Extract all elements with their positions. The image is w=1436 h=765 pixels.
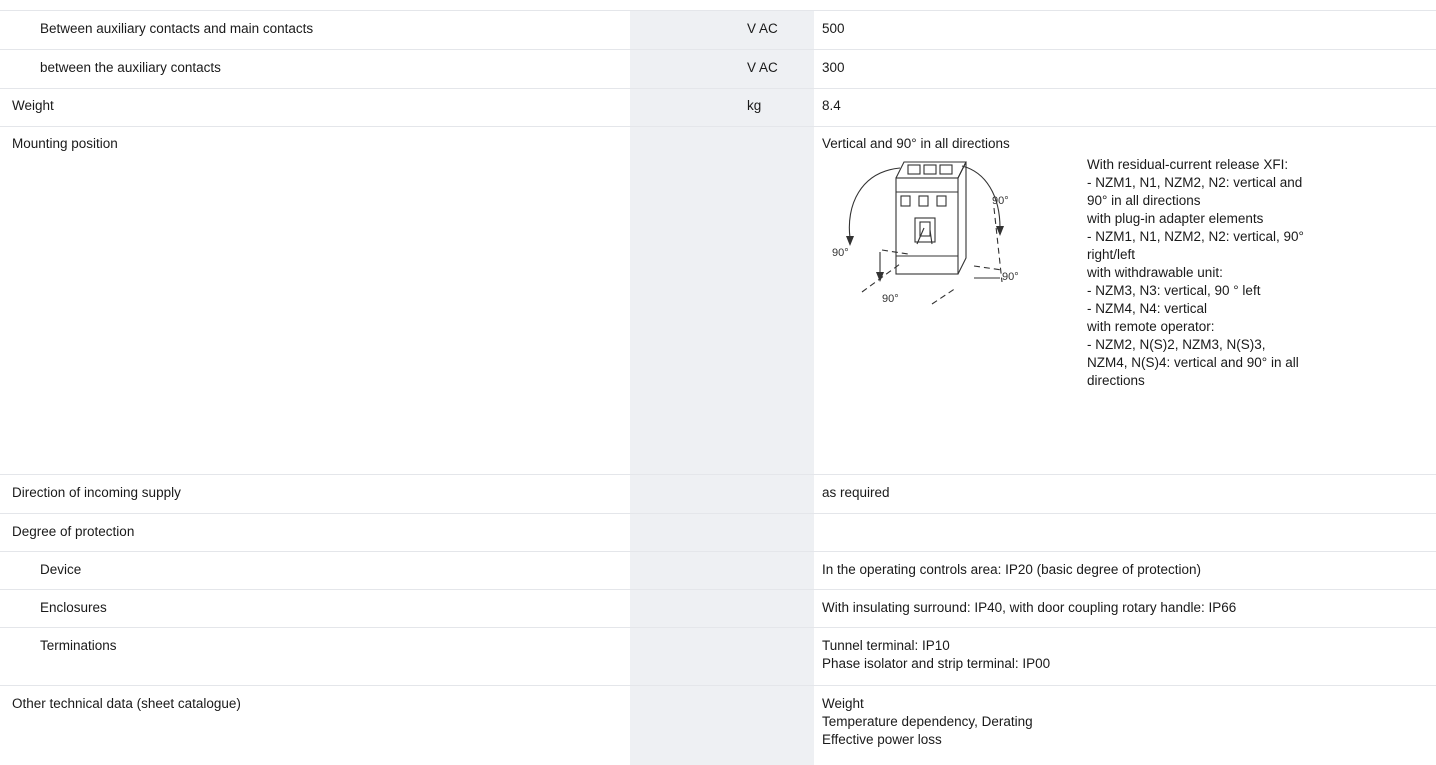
row-label: Weight (12, 98, 54, 113)
row-label: Mounting position (12, 136, 118, 151)
row-value: 300 (822, 60, 845, 75)
row-value: as required (822, 485, 890, 500)
row-label: between the auxiliary contacts (40, 60, 221, 75)
row-unit: kg (747, 98, 762, 113)
row-divider (0, 589, 1436, 590)
row-divider (0, 88, 1436, 89)
row-value: With insulating surround: IP40, with doo… (822, 600, 1237, 615)
row-divider (0, 513, 1436, 514)
angle-label: 90° (832, 247, 849, 259)
row-divider (0, 10, 1436, 11)
row-value-line: Tunnel terminal: IP10 (822, 638, 950, 653)
row-divider (0, 49, 1436, 50)
row-label: Degree of protection (12, 524, 135, 539)
mounting-position-diagram: 90° 90° 90° 90° (832, 161, 1019, 305)
angle-label: 90° (1002, 271, 1019, 283)
row-label: Other technical data (sheet catalogue) (12, 696, 241, 711)
note-line: NZM4, N(S)4: vertical and 90° in all (1087, 355, 1299, 370)
note-line: With residual-current release XFI: (1087, 157, 1289, 172)
note-line: with plug-in adapter elements (1087, 211, 1264, 226)
row-label: Terminations (40, 638, 117, 653)
row-value: Vertical and 90° in all directions (822, 136, 1010, 151)
note-line: - NZM4, N4: vertical (1087, 301, 1208, 316)
note-line: - NZM2, N(S)2, NZM3, N(S)3, (1087, 337, 1266, 352)
note-line: with remote operator: (1087, 319, 1215, 334)
angle-label: 90° (882, 293, 899, 305)
catalogue-link-weight[interactable]: Weight (822, 695, 864, 713)
row-divider (0, 474, 1436, 475)
row-label: Direction of incoming supply (12, 485, 181, 500)
row-unit: V AC (747, 60, 778, 75)
row-divider (0, 551, 1436, 552)
note-line: - NZM3, N3: vertical, 90 ° left (1087, 283, 1261, 298)
row-divider (0, 126, 1436, 127)
row-label: Between auxiliary contacts and main cont… (40, 21, 314, 36)
row-unit: V AC (747, 21, 778, 36)
note-line: - NZM1, N1, NZM2, N2: vertical and (1087, 175, 1303, 190)
row-value: 8.4 (822, 98, 841, 113)
row-divider (0, 685, 1436, 686)
row-value-line: Phase isolator and strip terminal: IP00 (822, 656, 1051, 671)
catalogue-link-power-loss[interactable]: Effective power loss (822, 731, 942, 749)
note-line: directions (1087, 373, 1145, 388)
row-value: 500 (822, 21, 845, 36)
angle-label: 90° (992, 195, 1009, 207)
note-line: - NZM1, N1, NZM2, N2: vertical, 90° (1087, 229, 1304, 244)
catalogue-link-derating[interactable]: Temperature dependency, Derating (822, 713, 1033, 731)
row-divider (0, 627, 1436, 628)
note-line: with withdrawable unit: (1087, 265, 1223, 280)
unit-column-background (630, 10, 814, 765)
row-value: In the operating controls area: IP20 (ba… (822, 562, 1201, 577)
mounting-notes: With residual-current release XFI: - NZM… (1087, 156, 1407, 390)
row-label: Enclosures (40, 600, 107, 615)
row-label: Device (40, 562, 82, 577)
note-line: right/left (1087, 247, 1136, 262)
note-line: 90° in all directions (1087, 193, 1201, 208)
